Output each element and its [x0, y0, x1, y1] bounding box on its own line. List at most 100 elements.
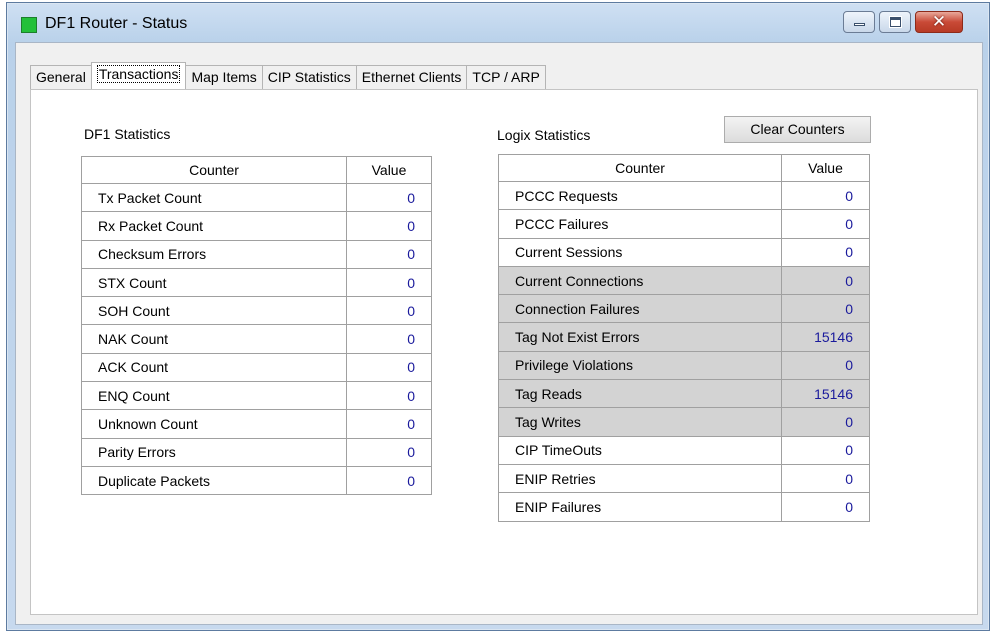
maximize-icon [890, 17, 901, 27]
counter-cell: ENIP Failures [498, 492, 782, 522]
counter-cell: Duplicate Packets [81, 465, 347, 496]
counter-column-header[interactable]: Counter [498, 154, 782, 182]
value-column-header[interactable]: Value [346, 156, 432, 184]
value-cell: 0 [781, 350, 870, 381]
tab-label: General [36, 69, 86, 85]
value-cell: 0 [346, 465, 432, 496]
value-cell: 0 [781, 237, 870, 267]
value-column-header[interactable]: Value [781, 154, 870, 182]
logix-statistics-table: Counter Value PCCC Requests 0 PCCC Failure… [498, 154, 870, 522]
df1-statistics-table: Counter Value Tx Packet Count 0 Rx Packet … [81, 156, 432, 496]
table-header-row: Counter Value [81, 156, 432, 184]
counter-cell: PCCC Requests [498, 180, 782, 211]
counter-cell: Tag Not Exist Errors [498, 322, 782, 352]
table-row[interactable]: Parity Errors 0 [81, 437, 432, 467]
value-cell: 0 [781, 180, 870, 211]
df1-statistics-title: DF1 Statistics [84, 126, 171, 142]
table-row[interactable]: Current Connections 0 [498, 265, 870, 296]
table-row[interactable]: ENIP Retries 0 [498, 463, 870, 494]
counter-cell: Tx Packet Count [81, 182, 347, 213]
counter-cell: Parity Errors [81, 437, 347, 467]
value-cell: 15146 [781, 379, 870, 409]
counter-cell: STX Count [81, 267, 347, 298]
value-cell: 15146 [781, 322, 870, 352]
table-row[interactable]: Duplicate Packets 0 [81, 465, 432, 496]
close-icon: ✕ [931, 12, 947, 31]
tab-ethernet-clients[interactable]: Ethernet Clients [355, 65, 468, 89]
table-row[interactable]: ACK Count 0 [81, 352, 432, 383]
counter-column-header[interactable]: Counter [81, 156, 347, 184]
value-cell: 0 [781, 265, 870, 296]
value-cell: 0 [781, 492, 870, 522]
table-row[interactable]: ENIP Failures 0 [498, 492, 870, 522]
tab-label: CIP Statistics [267, 69, 351, 85]
value-cell: 0 [346, 182, 432, 213]
counter-cell: CIP TimeOuts [498, 435, 782, 465]
value-cell: 0 [781, 407, 870, 437]
table-row[interactable]: Rx Packet Count 0 [81, 211, 432, 241]
window-title: DF1 Router - Status [45, 15, 188, 32]
tab-transactions[interactable]: Transactions [90, 62, 187, 89]
counter-cell: Privilege Violations [498, 350, 782, 381]
table-row[interactable]: Checksum Errors 0 [81, 239, 432, 269]
counter-cell: ENQ Count [81, 381, 347, 411]
tab-cip-statistics[interactable]: CIP Statistics [261, 65, 357, 89]
counter-cell: Rx Packet Count [81, 211, 347, 241]
table-row[interactable]: Tag Not Exist Errors 15146 [498, 322, 870, 352]
value-cell: 0 [346, 211, 432, 241]
tab-label: Transactions [96, 65, 181, 83]
table-row[interactable]: Privilege Violations 0 [498, 350, 870, 381]
value-cell: 0 [346, 437, 432, 467]
table-row[interactable]: CIP TimeOuts 0 [498, 435, 870, 465]
value-cell: 0 [346, 324, 432, 354]
minimize-button[interactable] [843, 11, 875, 33]
tab-general[interactable]: General [30, 65, 92, 89]
value-cell: 0 [346, 267, 432, 298]
title-bar[interactable]: DF1 Router - Status ✕ [7, 3, 989, 43]
tab-label: Map Items [191, 69, 257, 85]
table-row[interactable]: STX Count 0 [81, 267, 432, 298]
tab-label: TCP / ARP [472, 69, 540, 85]
table-header-row: Counter Value [498, 154, 870, 182]
value-cell: 0 [781, 294, 870, 324]
table-row[interactable]: Current Sessions 0 [498, 237, 870, 267]
value-cell: 0 [781, 209, 870, 239]
close-button[interactable]: ✕ [915, 11, 963, 33]
table-row[interactable]: ENQ Count 0 [81, 381, 432, 411]
counter-cell: Unknown Count [81, 409, 347, 439]
tab-label: Ethernet Clients [361, 69, 462, 85]
counter-cell: PCCC Failures [498, 209, 782, 239]
table-row[interactable]: PCCC Requests 0 [498, 180, 870, 211]
table-row[interactable]: Connection Failures 0 [498, 294, 870, 324]
value-cell: 0 [781, 435, 870, 465]
value-cell: 0 [346, 381, 432, 411]
logix-statistics-title: Logix Statistics [497, 127, 591, 143]
tab-tcp-arp[interactable]: TCP / ARP [466, 65, 546, 89]
value-cell: 0 [346, 352, 432, 383]
value-cell: 0 [346, 296, 432, 326]
counter-cell: Current Sessions [498, 237, 782, 267]
value-cell: 0 [346, 409, 432, 439]
table-row[interactable]: Tx Packet Count 0 [81, 182, 432, 213]
counter-cell: NAK Count [81, 324, 347, 354]
tab-map-items[interactable]: Map Items [185, 65, 263, 89]
table-row[interactable]: SOH Count 0 [81, 296, 432, 326]
table-row[interactable]: NAK Count 0 [81, 324, 432, 354]
table-row[interactable]: Tag Reads 15146 [498, 379, 870, 409]
counter-cell: ENIP Retries [498, 463, 782, 494]
minimize-icon [854, 23, 865, 26]
value-cell: 0 [346, 239, 432, 269]
maximize-button[interactable] [879, 11, 911, 33]
table-row[interactable]: Tag Writes 0 [498, 407, 870, 437]
counter-cell: Checksum Errors [81, 239, 347, 269]
counter-cell: Connection Failures [498, 294, 782, 324]
counter-cell: Tag Reads [498, 379, 782, 409]
green-square-icon [21, 17, 37, 33]
counter-cell: Tag Writes [498, 407, 782, 437]
clear-counters-button[interactable]: Clear Counters [724, 116, 871, 143]
counter-cell: Current Connections [498, 265, 782, 296]
tab-strip: General Transactions Map Items CIP Stati… [30, 62, 546, 89]
table-row[interactable]: Unknown Count 0 [81, 409, 432, 439]
table-row[interactable]: PCCC Failures 0 [498, 209, 870, 239]
counter-cell: ACK Count [81, 352, 347, 383]
